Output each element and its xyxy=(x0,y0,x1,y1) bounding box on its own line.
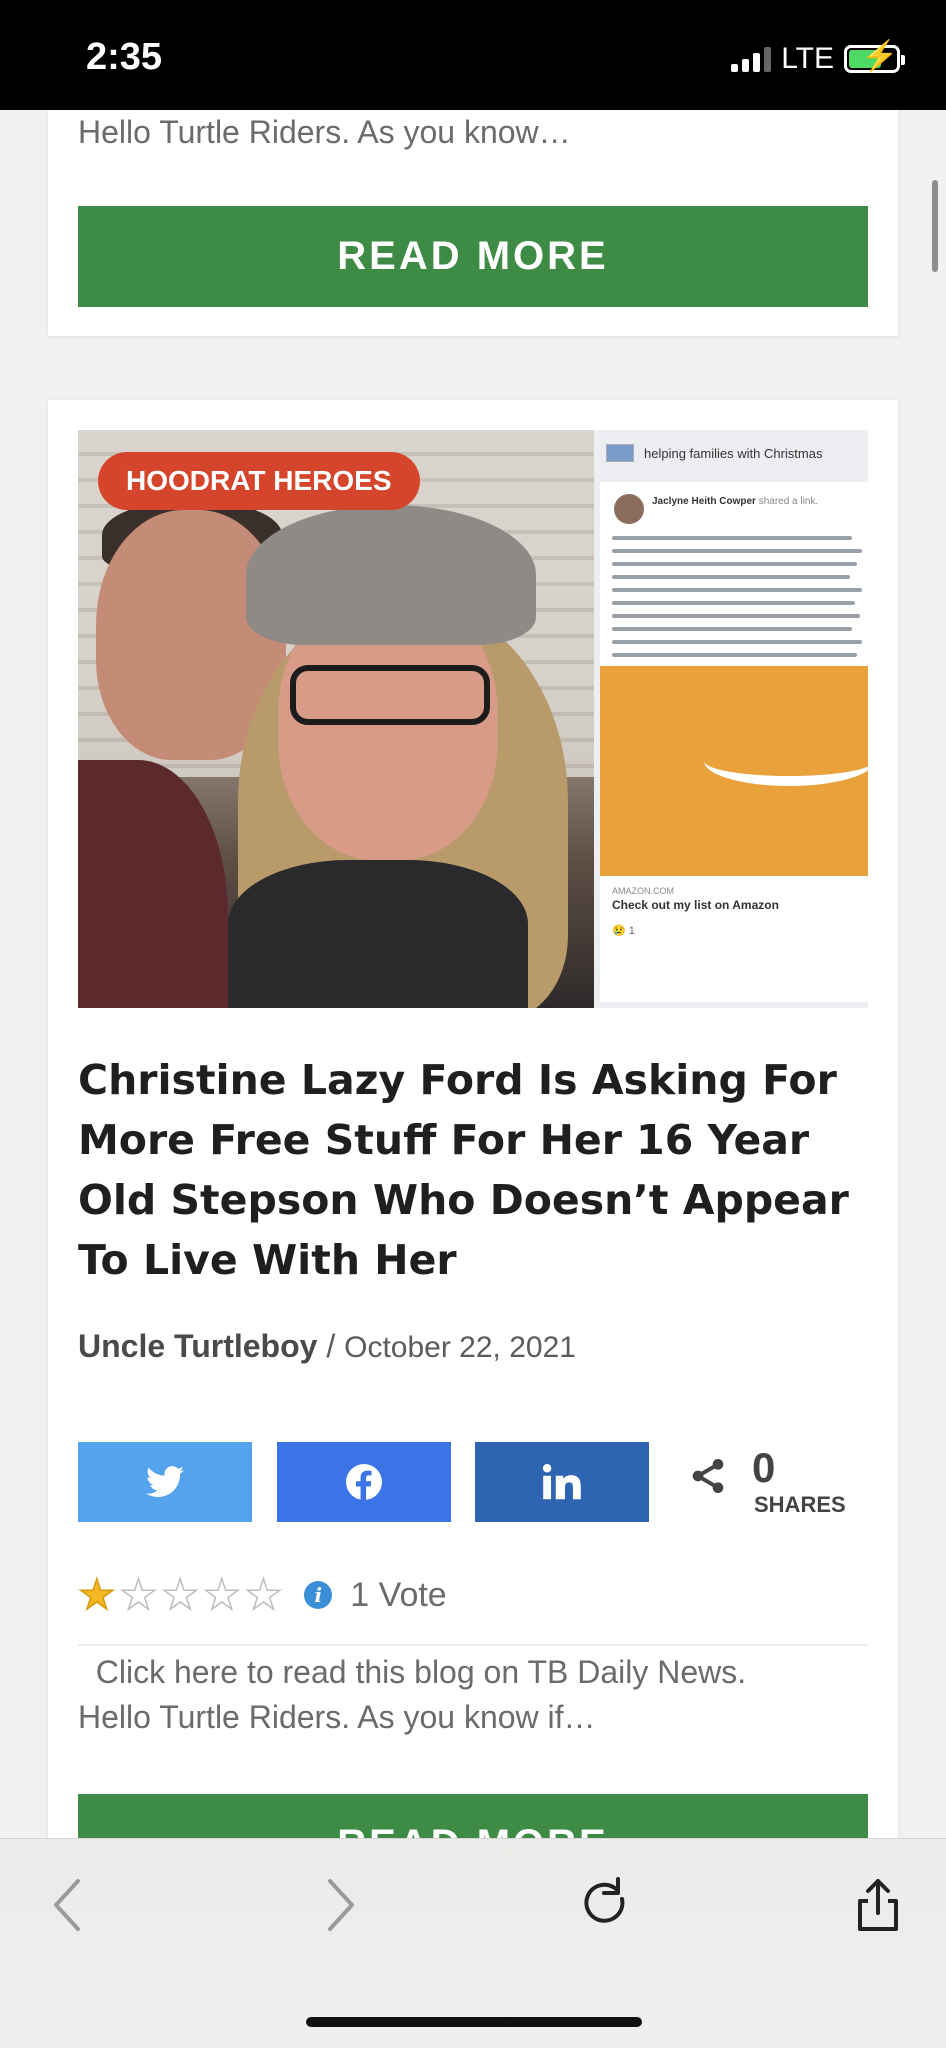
star-icon[interactable]: ★ xyxy=(202,1573,241,1617)
reload-icon xyxy=(584,1877,625,1923)
poster-name: Jaclyne Heith Cowper xyxy=(652,496,756,507)
network-label: LTE xyxy=(781,42,834,75)
chevron-right-icon xyxy=(328,1879,354,1931)
star-icon[interactable]: ★ xyxy=(161,1573,200,1617)
home-indicator[interactable] xyxy=(306,2017,642,2027)
status-time: 2:35 xyxy=(86,36,163,78)
previous-article-excerpt: Hello Turtle Riders. As you know… xyxy=(78,114,571,150)
scrollbar[interactable] xyxy=(932,180,938,272)
info-icon[interactable]: i xyxy=(304,1581,333,1609)
status-indicators: LTE ⚡ xyxy=(731,42,905,76)
author-link[interactable]: Uncle Turtleboy xyxy=(78,1328,317,1364)
share-button[interactable] xyxy=(848,1875,908,1935)
chevron-left-icon xyxy=(54,1879,80,1931)
group-icon xyxy=(606,444,634,462)
group-name: helping families with Christmas xyxy=(644,445,823,461)
divider xyxy=(78,1644,868,1646)
byline-separator: / xyxy=(317,1328,345,1364)
article-title[interactable]: Christine Lazy Ford Is Asking For More F… xyxy=(78,1050,878,1290)
share-nodes-icon xyxy=(692,1459,724,1493)
excerpt-line: Hello Turtle Riders. As you know if… xyxy=(78,1699,596,1735)
facebook-post-screenshot: helping families with Christmas Jaclyne … xyxy=(594,430,868,1008)
category-badge[interactable]: HOODRAT HEROES xyxy=(98,452,420,510)
browser-toolbar xyxy=(0,1838,946,2048)
featured-image[interactable]: helping families with Christmas Jaclyne … xyxy=(78,430,868,1008)
rating-stars[interactable]: ★ ★ ★ ★ ★ xyxy=(77,1573,283,1617)
avatar xyxy=(614,494,644,524)
facebook-icon xyxy=(346,1464,382,1500)
linkedin-share-button[interactable] xyxy=(475,1442,649,1522)
poster-action: shared a link. xyxy=(758,496,819,507)
byline: Uncle Turtleboy / October 22, 2021 xyxy=(78,1328,576,1365)
link-domain: AMAZON.COM xyxy=(612,886,674,896)
signal-icon xyxy=(731,46,772,72)
vote-count: 1 Vote xyxy=(350,1575,447,1614)
battery-icon: ⚡ xyxy=(844,42,905,73)
share-count-number: 0 xyxy=(752,1444,776,1491)
share-bar: 0 SHARES xyxy=(78,1442,868,1522)
read-more-button[interactable]: READ MORE xyxy=(78,206,868,307)
forward-button[interactable] xyxy=(308,1875,368,1935)
share-count: 0 SHARES xyxy=(688,1442,868,1522)
share-count-label: SHARES xyxy=(754,1492,846,1517)
back-button[interactable] xyxy=(40,1875,100,1935)
article-card: helping families with Christmas Jaclyne … xyxy=(48,400,898,2048)
post-date: October 22, 2021 xyxy=(344,1331,576,1364)
share-icon xyxy=(858,1879,898,1931)
star-icon[interactable]: ★ xyxy=(119,1573,158,1617)
amazon-logo-icon xyxy=(600,666,868,876)
status-bar: 2:35 LTE ⚡ xyxy=(0,0,946,110)
reload-button[interactable] xyxy=(578,1875,638,1935)
selfie-photo xyxy=(78,430,594,1008)
star-rating: ★ ★ ★ ★ ★ i 1 Vote xyxy=(77,1572,447,1618)
facebook-share-button[interactable] xyxy=(277,1442,451,1522)
link-title: Check out my list on Amazon xyxy=(612,898,779,912)
linkedin-icon xyxy=(543,1464,581,1500)
excerpt-line[interactable]: Click here to read this blog on TB Daily… xyxy=(78,1650,868,1695)
twitter-share-button[interactable] xyxy=(78,1442,252,1522)
star-icon[interactable]: ★ xyxy=(244,1573,283,1617)
star-icon[interactable]: ★ xyxy=(77,1573,116,1617)
article-excerpt: Click here to read this blog on TB Daily… xyxy=(78,1650,868,1740)
previous-article-card: Hello Turtle Riders. As you know… READ M… xyxy=(48,110,898,336)
reaction-count: 😢 1 xyxy=(612,925,635,937)
post-text-lines xyxy=(612,536,862,679)
twitter-icon xyxy=(146,1466,184,1498)
